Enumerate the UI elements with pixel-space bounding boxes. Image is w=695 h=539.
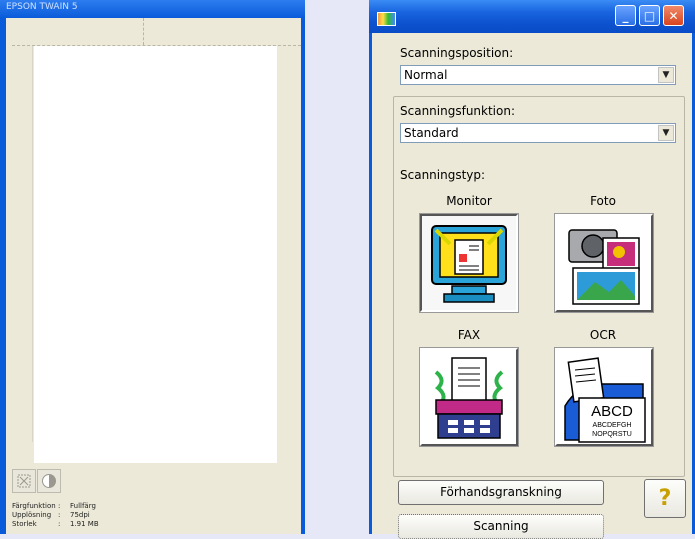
title-bar[interactable]: _ □ ✕ [369,0,695,33]
monitor-label: Monitor [446,194,492,208]
preview-area[interactable] [34,46,277,463]
monitor-type-button[interactable] [420,214,518,312]
camera-photo-icon [568,229,640,305]
scan-position-select[interactable]: Normal ▼ [400,65,676,85]
photo-label: Foto [590,194,616,208]
scan-type-label: Scanningstyp: [400,168,486,182]
top-ruler [12,18,301,46]
fax-icon [434,357,504,439]
ocr-type-button[interactable]: ABCD ABCDEFGH NOPQRSTU [555,348,653,446]
scan-function-select[interactable]: Standard ▼ [400,123,676,143]
preview-window: EPSON TWAIN 5 Färgfunktion: Fullfärg Uppl… [0,0,305,534]
left-ruler [6,46,33,442]
close-icon: ✕ [668,8,679,23]
info-row-size: Storlek:1.91 MB [12,520,99,528]
scan-position-label: Scanningsposition: [400,46,514,60]
scan-position-value: Normal [404,68,448,82]
preview-window-title: EPSON TWAIN 5 [0,0,305,18]
svg-text:ABCD: ABCD [591,403,633,420]
scan-settings-window: _ □ ✕ Scanningsposition: Normal ▼ Scanni… [369,0,695,539]
auto-locate-icon[interactable] [12,469,36,493]
scan-function-value: Standard [404,126,459,140]
settings-panel: Scanningsposition: Normal ▼ Scanningsfun… [378,34,686,539]
scan-button[interactable]: Scanning [398,514,604,539]
svg-text:NOPQRSTU: NOPQRSTU [592,431,632,438]
help-icon: ? [658,486,672,511]
chevron-down-icon[interactable]: ▼ [658,67,674,83]
maximize-icon: □ [643,8,656,23]
info-row-resolution: Upplösning:75dpi [12,511,90,519]
minimize-button[interactable]: _ [615,5,636,26]
preview-button[interactable]: Förhandsgranskning [398,480,604,505]
help-button[interactable]: ? [644,479,686,518]
scan-function-label: Scanningsfunktion: [400,104,516,118]
monitor-icon [431,225,507,303]
preview-client-area: Färgfunktion: Fullfärg Upplösning:75dpi S… [6,18,301,534]
image-adjust-icon[interactable] [37,469,61,493]
maximize-button[interactable]: □ [639,5,660,26]
svg-text:ABCDEFGH: ABCDEFGH [593,422,632,429]
close-button[interactable]: ✕ [663,5,684,26]
ocr-document-icon: ABCD ABCDEFGH NOPQRSTU [564,357,646,443]
app-icon [377,12,396,26]
chevron-down-icon[interactable]: ▼ [658,125,674,141]
image-info: Färgfunktion: Fullfärg Upplösning:75dpi S… [12,502,99,529]
minimize-icon: _ [622,8,629,23]
fax-type-button[interactable] [420,348,518,446]
photo-type-button[interactable] [555,214,653,312]
info-row-color: Färgfunktion: Fullfärg [12,502,96,510]
ruler-marker [143,18,144,45]
ocr-label: OCR [589,328,617,342]
fax-label: FAX [457,328,481,342]
